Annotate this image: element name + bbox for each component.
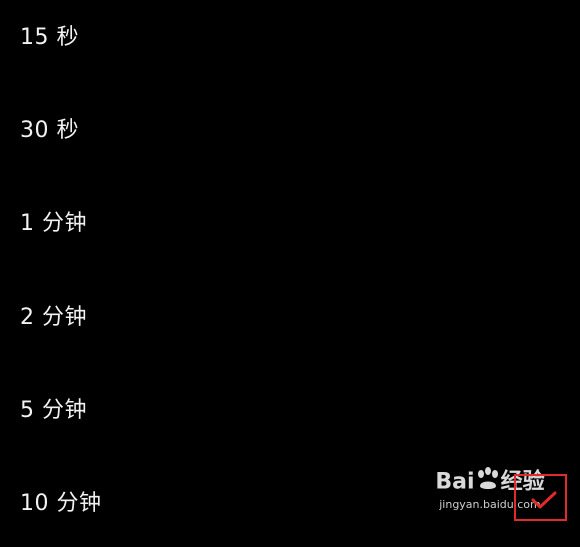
option-15-seconds[interactable]: 15 秒 — [0, 0, 580, 81]
option-label: 1 分钟 — [20, 210, 87, 236]
option-label: 30 秒 — [20, 117, 79, 143]
option-1-minute[interactable]: 1 分钟 — [0, 174, 580, 267]
option-5-minutes[interactable]: 5 分钟 — [0, 361, 580, 454]
timeout-option-list: 15 秒 30 秒 1 分钟 2 分钟 5 分钟 10 分钟 — [0, 0, 580, 531]
checkmark-icon[interactable] — [530, 490, 558, 514]
option-label: 5 分钟 — [20, 397, 87, 423]
option-30-seconds[interactable]: 30 秒 — [0, 81, 580, 174]
option-label: 10 分钟 — [20, 490, 102, 516]
option-label: 2 分钟 — [20, 304, 87, 330]
option-label: 15 秒 — [20, 24, 79, 50]
option-2-minutes[interactable]: 2 分钟 — [0, 268, 580, 361]
baidu-paw-icon — [475, 467, 501, 498]
watermark-logo-left: Bai — [435, 469, 475, 495]
